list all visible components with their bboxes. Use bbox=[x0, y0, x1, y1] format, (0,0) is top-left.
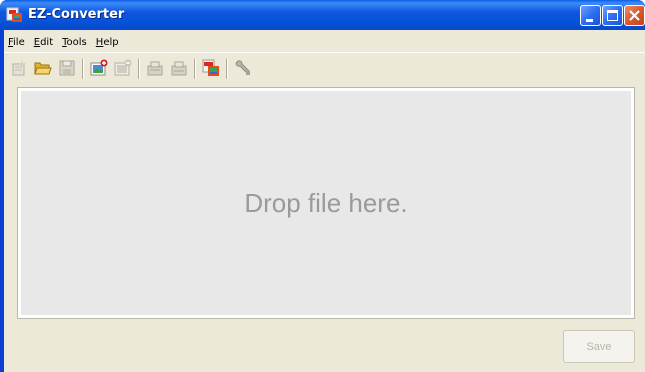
menu-help-label: elp bbox=[103, 36, 119, 48]
save-button[interactable]: Save bbox=[563, 330, 635, 363]
maximize-icon bbox=[607, 10, 618, 21]
client-area: File Edit Tools Help Drop file here. Sav… bbox=[4, 30, 645, 372]
menu-file[interactable]: File bbox=[4, 37, 30, 48]
toolbar-separator bbox=[138, 59, 140, 79]
import-icon[interactable] bbox=[170, 59, 188, 77]
close-icon bbox=[629, 10, 640, 21]
toolbar-separator bbox=[226, 59, 228, 79]
maximize-button[interactable] bbox=[602, 5, 623, 26]
minimize-icon bbox=[586, 19, 593, 22]
toolbar-separator bbox=[82, 59, 84, 79]
app-logo-icon bbox=[6, 7, 22, 22]
close-button[interactable] bbox=[624, 5, 645, 26]
menu-edit-label: dit bbox=[40, 36, 54, 48]
export-icon[interactable] bbox=[146, 59, 164, 77]
window-title: EZ-Converter bbox=[28, 7, 125, 22]
new-file-icon[interactable] bbox=[10, 59, 28, 77]
minimize-button[interactable] bbox=[580, 5, 601, 26]
open-folder-icon[interactable] bbox=[34, 59, 52, 77]
remove-image-icon[interactable] bbox=[114, 59, 132, 77]
add-image-icon[interactable] bbox=[90, 59, 108, 77]
menu-edit[interactable]: Edit bbox=[30, 37, 58, 48]
settings-wrench-icon[interactable] bbox=[234, 59, 252, 77]
toolbar bbox=[4, 52, 645, 82]
drop-hint-text: Drop file here. bbox=[244, 187, 408, 218]
title-bar[interactable]: EZ-Converter bbox=[0, 0, 645, 30]
convert-icon[interactable] bbox=[202, 59, 220, 77]
menu-bar: File Edit Tools Help bbox=[4, 33, 645, 51]
menu-tools-label: ools bbox=[66, 36, 87, 48]
app-window: EZ-Converter File Edit Tools Help Drop f… bbox=[0, 0, 645, 372]
menu-tools[interactable]: Tools bbox=[58, 37, 92, 48]
toolbar-separator bbox=[194, 59, 196, 79]
menu-help[interactable]: Help bbox=[92, 37, 124, 48]
menu-file-label: ile bbox=[13, 36, 25, 48]
file-drop-zone[interactable]: Drop file here. bbox=[17, 87, 635, 319]
save-disk-icon[interactable] bbox=[58, 59, 76, 77]
